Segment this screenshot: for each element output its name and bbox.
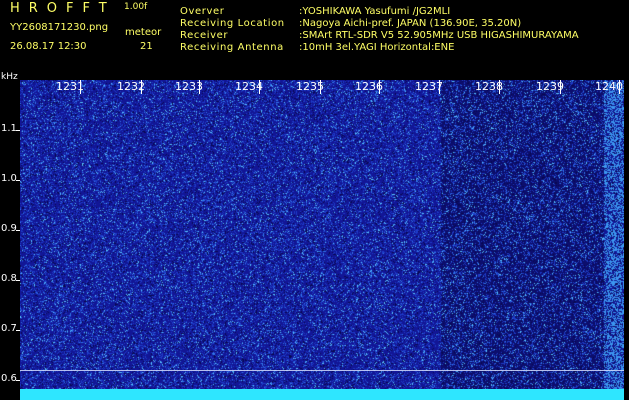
x-tick-mark [199, 80, 200, 94]
x-tick-mark [619, 80, 620, 94]
baseline-noise-band [20, 389, 624, 400]
antenna-value: :10mH 3el.YAGI Horizontal:ENE [299, 42, 455, 53]
x-tick-mark [499, 80, 500, 94]
meteor-count: 21 [140, 41, 153, 52]
image-filename: YY2608171230.png [10, 22, 109, 33]
antenna-label: Receiving Antenna [180, 42, 284, 53]
y-tick-mark [16, 230, 20, 231]
y-tick-mark [16, 130, 20, 131]
reference-line [20, 370, 624, 371]
y-tick-label: 0.8 [1, 273, 17, 284]
x-tick-mark [141, 80, 142, 94]
location-label: Receiving Location [180, 18, 285, 29]
y-tick-mark [16, 330, 20, 331]
spectrogram-canvas [20, 80, 624, 400]
x-tick-mark [80, 80, 81, 94]
mode-label: meteor [125, 27, 162, 38]
app-brand: HROFFT [10, 1, 116, 16]
y-axis-unit: kHz [1, 72, 18, 82]
y-tick-label: 1.1 [1, 123, 17, 134]
y-tick-label: 0.6 [1, 373, 17, 384]
x-tick-mark [439, 80, 440, 94]
receiver-value: :SMArt RTL-SDR V5 52.905MHz USB HIGASHIM… [299, 30, 579, 41]
y-tick-mark [16, 380, 20, 381]
x-tick-mark [379, 80, 380, 94]
x-tick-mark [259, 80, 260, 94]
capture-datetime: 26.08.17 12:30 [10, 41, 87, 52]
receiver-label: Receiver [180, 30, 229, 41]
y-tick-label: 0.7 [1, 323, 17, 334]
x-tick-mark [560, 80, 561, 94]
hrofft-window: HROFFT 1.00f YY2608171230.png 26.08.17 1… [0, 0, 629, 400]
x-tick-mark [320, 80, 321, 94]
app-version: 1.00f [124, 2, 148, 12]
y-tick-mark [16, 180, 20, 181]
y-tick-label: 1.0 [1, 173, 17, 184]
observer-label: Overver [180, 6, 225, 17]
observer-value: :YOSHIKAWA Yasufumi /JG2MLI [299, 6, 451, 17]
y-tick-label: 0.9 [1, 223, 17, 234]
y-tick-mark [16, 280, 20, 281]
location-value: :Nagoya Aichi-pref. JAPAN (136.90E, 35.2… [299, 18, 522, 29]
